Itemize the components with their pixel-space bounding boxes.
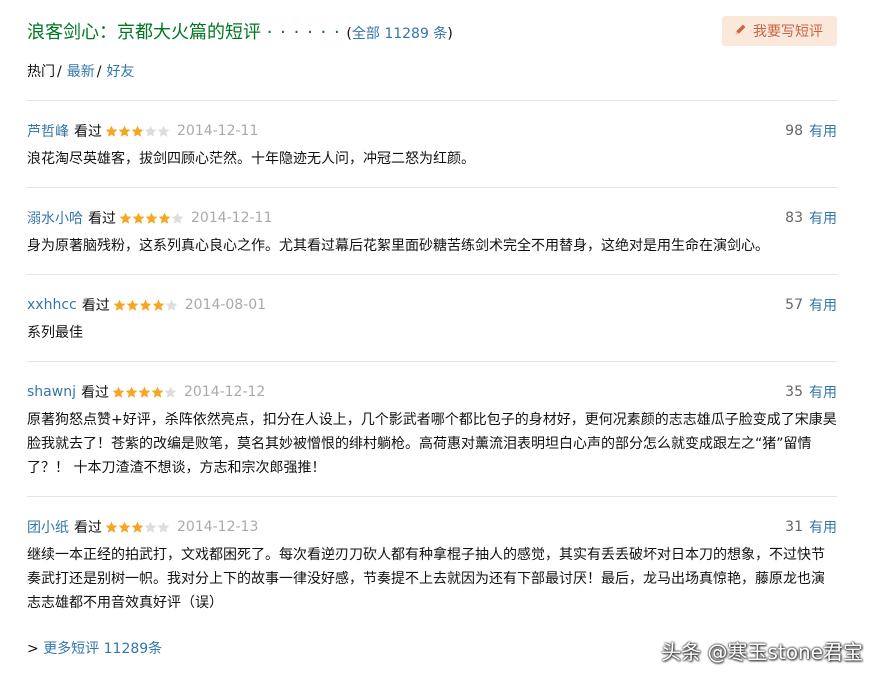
star-filled-icon — [113, 299, 126, 311]
star-filled-icon — [105, 521, 118, 533]
comment-content: 系列最佳 — [27, 325, 83, 341]
filter-latest[interactable]: 最新 — [67, 64, 95, 80]
star-filled-icon — [118, 125, 131, 137]
star-filled-icon — [125, 386, 138, 398]
vote-count: 98 — [785, 123, 803, 139]
comment-votes: 98 有用 — [785, 121, 837, 141]
star-filled-icon — [126, 299, 139, 311]
vote-count: 31 — [785, 519, 803, 535]
comment-status: 看过 — [80, 385, 109, 401]
comment-content: 继续一本正经的拍武打，文戏都困死了。每次看逆刃刀砍人都有种拿棍子抽人的感觉，其实… — [27, 547, 825, 611]
comment-status: 看过 — [81, 298, 110, 314]
count-close-paren: ) — [447, 26, 453, 42]
star-filled-icon — [145, 212, 158, 224]
comment-meta: 团小纸 看过 2014-12-13 — [27, 517, 837, 537]
page-title: 浪客剑心：京都大火篇的短评 · · · · · · (全部 11289 条) — [27, 18, 453, 44]
write-comment-button[interactable]: 我要写短评 — [722, 16, 837, 46]
comment-list: 芦哲峰 看过 2014-12-11 98 有用 浪花淘尽英雄客，拔剑四顾心茫然。… — [27, 100, 837, 631]
comment-content: 浪花淘尽英雄客，拔剑四顾心茫然。十年隐迹无人问，冲冠二怒为红颜。 — [27, 151, 475, 167]
vote-count: 35 — [785, 384, 803, 400]
more-comments-link[interactable]: 更多短评 11289条 — [43, 641, 162, 657]
star-filled-icon — [119, 212, 132, 224]
comment-date: 2014-12-13 — [177, 519, 259, 535]
comment-meta: shawnj 看过 2014-12-12 — [27, 382, 837, 402]
filter-separator: / — [96, 64, 102, 80]
useful-button[interactable]: 有用 — [809, 208, 837, 228]
comment-item: 溺水小哈 看过 2014-12-11 83 有用 身为原著脑残粉，这系列真心良心… — [27, 187, 837, 274]
star-empty-icon — [171, 212, 184, 224]
comment-date: 2014-12-11 — [177, 123, 259, 139]
comment-item: shawnj 看过 2014-12-12 35 有用 原著狗怒点赞+好评，杀阵依… — [27, 361, 837, 496]
star-filled-icon — [158, 212, 171, 224]
comment-meta: 芦哲峰 看过 2014-12-11 — [27, 121, 837, 141]
star-filled-icon — [131, 521, 144, 533]
comment-item: 团小纸 看过 2014-12-13 31 有用 继续一本正经的拍武打，文戏都困死… — [27, 496, 837, 631]
comment-status: 看过 — [74, 124, 102, 140]
comment-meta: xxhhcc 看过 2014-08-01 — [27, 295, 837, 315]
star-rating — [105, 521, 170, 534]
star-rating — [113, 299, 178, 312]
star-empty-icon — [157, 125, 170, 137]
comment-status: 看过 — [88, 211, 116, 227]
comment-count: (全部 11289 条) — [346, 26, 452, 42]
filter-separator: / — [57, 64, 62, 80]
more-prefix: > — [27, 641, 39, 657]
comment-votes: 83 有用 — [785, 208, 837, 228]
comment-status: 看过 — [74, 520, 102, 536]
useful-button[interactable]: 有用 — [809, 121, 837, 141]
vote-count: 57 — [785, 297, 803, 313]
title-text: 浪客剑心：京都大火篇的短评 — [27, 22, 261, 43]
comment-votes: 31 有用 — [785, 517, 837, 537]
title-dots: · · · · · · — [266, 22, 341, 43]
star-filled-icon — [118, 521, 131, 533]
useful-button[interactable]: 有用 — [809, 295, 837, 315]
star-filled-icon — [138, 386, 151, 398]
write-comment-label: 我要写短评 — [753, 24, 823, 40]
star-empty-icon — [164, 386, 177, 398]
comment-item: 芦哲峰 看过 2014-12-11 98 有用 浪花淘尽英雄客，拔剑四顾心茫然。… — [27, 100, 837, 187]
comment-date: 2014-12-12 — [183, 384, 266, 400]
more-comments: > 更多短评 11289条 — [27, 638, 162, 658]
comment-date: 2014-12-11 — [191, 210, 273, 226]
pencil-icon — [734, 23, 747, 40]
all-comments-link[interactable]: 全部 11289 条 — [352, 26, 447, 42]
star-empty-icon — [157, 521, 170, 533]
star-filled-icon — [151, 386, 164, 398]
star-filled-icon — [139, 299, 152, 311]
star-rating — [105, 125, 170, 138]
header: 浪客剑心：京都大火篇的短评 · · · · · · (全部 11289 条) 我… — [27, 16, 837, 48]
comment-votes: 57 有用 — [785, 295, 837, 315]
sort-filters: 热门 / 最新 / 好友 — [27, 61, 134, 81]
comment-user[interactable]: 团小纸 — [27, 517, 69, 537]
comment-user[interactable]: 溺水小哈 — [27, 208, 83, 228]
star-filled-icon — [132, 212, 145, 224]
star-empty-icon — [165, 299, 178, 311]
star-filled-icon — [105, 125, 118, 137]
star-rating — [112, 386, 177, 399]
comment-date: 2014-08-01 — [184, 297, 267, 313]
star-empty-icon — [144, 125, 157, 137]
comment-content: 原著狗怒点赞+好评，杀阵依然亮点，扣分在人设上，几个影武者哪个都比包子的身材好，… — [27, 412, 837, 476]
star-empty-icon — [144, 521, 157, 533]
star-filled-icon — [131, 125, 144, 137]
comment-votes: 35 有用 — [785, 382, 837, 402]
comment-meta: 溺水小哈 看过 2014-12-11 — [27, 208, 837, 228]
comment-item: xxhhcc 看过 2014-08-01 57 有用 系列最佳 — [27, 274, 837, 361]
useful-button[interactable]: 有用 — [809, 517, 837, 537]
useful-button[interactable]: 有用 — [809, 382, 837, 402]
comment-user[interactable]: xxhhcc — [27, 297, 77, 313]
star-filled-icon — [152, 299, 165, 311]
watermark: 头条 @寒玉stone君宝 — [661, 640, 863, 664]
filter-hot[interactable]: 热门 — [27, 64, 55, 80]
star-filled-icon — [112, 386, 125, 398]
comment-user[interactable]: 芦哲峰 — [27, 121, 69, 141]
star-rating — [119, 212, 184, 225]
vote-count: 83 — [785, 210, 803, 226]
filter-friends[interactable]: 好友 — [106, 64, 134, 80]
comment-user[interactable]: shawnj — [27, 384, 76, 400]
comment-content: 身为原著脑残粉，这系列真心良心之作。尤其看过幕后花絮里面砂糖苦练剑术完全不用替身… — [27, 238, 769, 254]
